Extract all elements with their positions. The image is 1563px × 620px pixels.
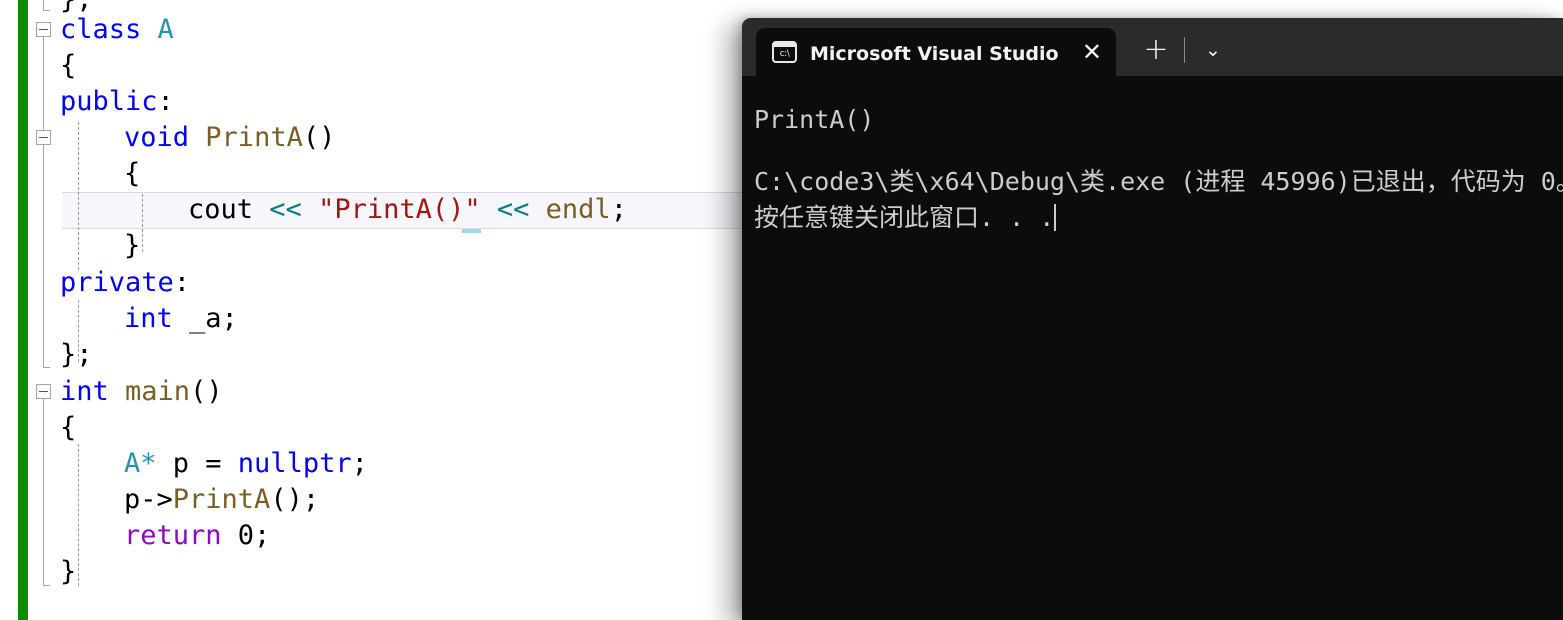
code-line-call-printa[interactable]: p->PrintA(); [124,482,319,518]
text-cursor [1054,204,1057,231]
token-open-brace-printa: { [124,158,141,189]
cmd-prompt-icon-glyph: c:\ [779,49,790,59]
string-marker-underline [462,229,481,233]
code-line-void-printa[interactable]: void PrintA() [124,120,335,156]
code-line-close-main[interactable]: } [60,554,76,590]
cmd-prompt-icon: c:\ [772,41,797,63]
token-close-class: }; [60,339,93,370]
terminal-output-area[interactable]: PrintA() C:\code3\类\x64\Debug\类.exe (进程 … [742,76,1563,620]
new-tab-button[interactable]: + [1132,30,1180,70]
token-close-brace-printa: } [124,230,141,261]
token-keyword-int: int [124,303,173,334]
token-return-value: 0; [221,520,271,551]
code-line-close-brace-printa[interactable]: } [124,228,140,264]
token-keyword-nullptr: nullptr [237,448,352,479]
token-endl: endl [529,194,611,225]
token-close-main: } [60,556,77,587]
token-member-a: _a; [172,303,238,334]
code-line-open-brace-main[interactable]: { [60,410,76,446]
titlebar-separator [1184,37,1185,63]
token-type-a: A [157,14,174,45]
token-call-printa: PrintA [172,484,271,515]
token-space4 [481,194,497,225]
token-function-printa: PrintA [205,122,303,153]
token-keyword-int-main: int [60,376,109,407]
terminal-tab-title: Microsoft Visual Studio 调试控制台 [810,42,1065,65]
token-colon-private: : [173,267,191,298]
code-line-private[interactable]: private: [60,265,190,301]
code-line-int-a[interactable]: int _a; [124,301,238,337]
token-stream-op-2: << [496,194,530,225]
token-stream-op-1: << [269,194,302,225]
code-line-open-brace-printa[interactable]: { [124,156,140,192]
terminal-output-line-1: PrintA() [754,105,875,134]
terminal-output-line-2: C:\code3\类\x64\Debug\类.exe (进程 45996)已退出… [754,167,1563,196]
code-line-open-brace-class[interactable]: { [60,48,76,84]
windows-terminal-window[interactable]: c:\ Microsoft Visual Studio 调试控制台 ✕ + ⌄ … [742,18,1563,620]
code-line-cout[interactable]: cout << "PrintA()" << endl; [188,192,627,228]
token-parens-printa: () [302,122,336,153]
code-line-class-a[interactable]: class A [60,12,174,48]
token-keyword-public: public [60,86,158,117]
token-cout: cout [188,194,270,225]
token-function-main: main [108,376,191,407]
token-open-brace: { [60,50,77,81]
token-arrow-p: p-> [124,484,173,515]
token-semicolon-decl: ; [351,448,368,479]
chevron-down-icon[interactable]: ⌄ [1189,30,1237,70]
code-line-public[interactable]: public: [60,84,174,120]
token-keyword-void: void [124,122,190,153]
code-line-int-main[interactable]: int main() [60,374,223,410]
token-keyword-private: private [60,267,174,298]
token-colon-public: : [157,86,174,117]
token-space3 [302,194,318,225]
token-var-p: p = [156,448,238,479]
code-line-ptr-decl[interactable]: A* p = nullptr; [124,446,368,482]
token-string-printa: "PrintA()" [318,194,481,225]
token-keyword-return: return [124,520,222,551]
token-call-rest: (); [270,484,320,515]
token-space2 [189,122,205,153]
token-type-a-ptr: A* [124,448,157,479]
token-parens-main: () [190,376,223,407]
close-icon[interactable]: ✕ [1082,40,1102,64]
code-line-close-class[interactable]: }; [60,337,93,373]
token-open-brace-main: { [60,412,77,443]
terminal-output-line-3-text: 按任意键关闭此窗口. . . [754,203,1055,232]
terminal-titlebar[interactable]: c:\ Microsoft Visual Studio 调试控制台 ✕ + ⌄ [742,18,1563,76]
token-keyword-class: class [60,14,142,45]
terminal-output-line-3: 按任意键关闭此窗口. . . [754,200,1563,236]
token-semicolon-cout: ; [610,194,627,225]
terminal-tab-active[interactable]: c:\ Microsoft Visual Studio 调试控制台 ✕ [756,28,1116,76]
terminal-titlebar-controls[interactable]: + ⌄ [1132,26,1237,76]
code-line-return[interactable]: return 0; [124,518,270,554]
